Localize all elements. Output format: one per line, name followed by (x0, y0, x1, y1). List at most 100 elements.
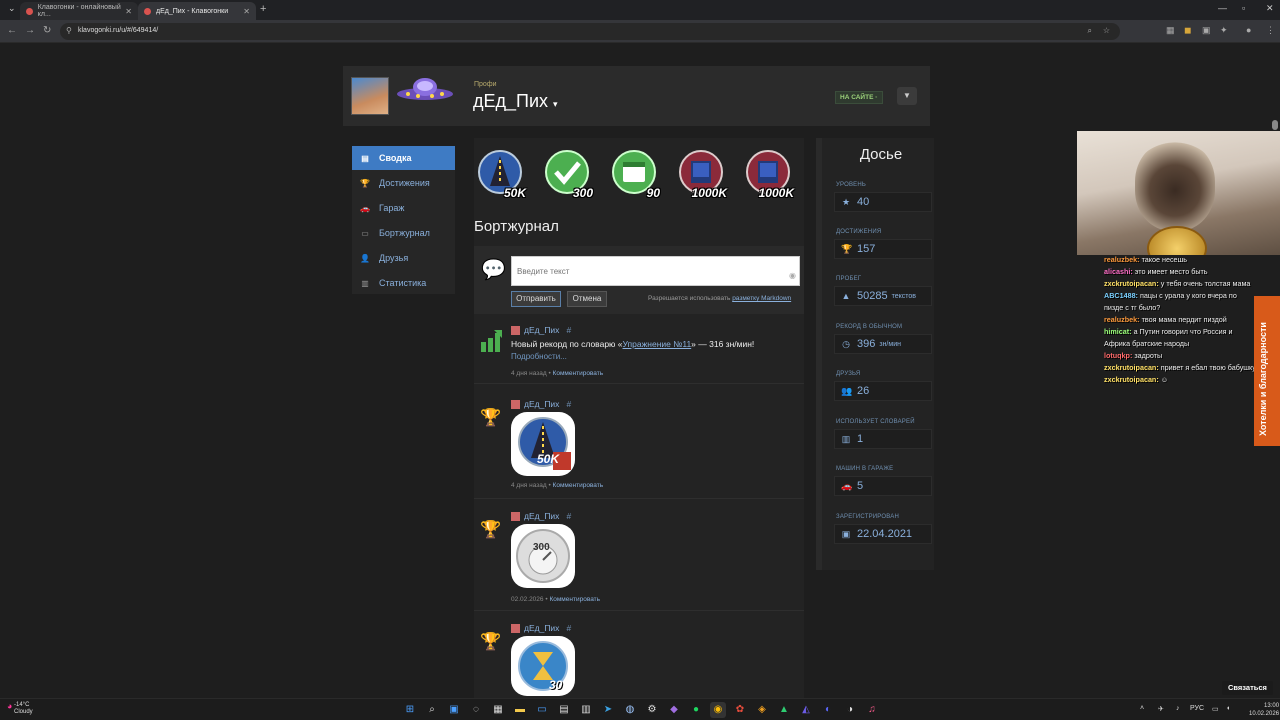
settings-icon[interactable]: ⚙ (644, 702, 660, 718)
chrome-icon[interactable]: ◉ (710, 702, 726, 718)
author-link[interactable]: дЕд_Пих (524, 325, 559, 335)
page-scrollbar[interactable] (1272, 120, 1278, 130)
markdown-link[interactable]: разметку Markdown (732, 295, 791, 302)
achievement-badge[interactable]: 300 (511, 524, 575, 588)
search-icon[interactable]: ⌕ (424, 702, 440, 718)
close-tab-icon[interactable]: ✕ (243, 7, 250, 16)
back-icon[interactable]: ← (7, 25, 17, 36)
app-icon[interactable]: ▤ (556, 702, 572, 718)
tray-icon[interactable]: ✈ (1158, 705, 1164, 713)
sidebar-item-garage[interactable]: 🚗 Гараж (352, 196, 455, 220)
trophy-icon: 🏆 (480, 408, 502, 427)
achievement-badge[interactable]: 30 (511, 636, 575, 696)
extension-icon[interactable]: ◼ (1184, 25, 1191, 36)
discord-icon[interactable]: ◐ (820, 702, 836, 718)
extension-icon[interactable]: ▦ (1166, 25, 1175, 36)
address-toolbar: ← → ↻ ⚲ klavogonki.ru/u/#/649414/ ⌕ ☆ ▦ … (0, 20, 1280, 43)
tab-klavogonki[interactable]: Клавогонки - онлайновый кл... ✕ (20, 2, 138, 20)
telegram-icon[interactable]: ➤ (600, 702, 616, 718)
app-icon[interactable]: ◈ (754, 702, 770, 718)
author-link[interactable]: дЕд_Пих (524, 399, 559, 409)
badge-mileage[interactable]: 50K (478, 150, 526, 200)
extensions-puzzle-icon[interactable]: ✦ (1220, 25, 1228, 36)
app-icon[interactable]: ▭ (534, 702, 550, 718)
author-link[interactable]: дЕд_Пих (524, 511, 559, 521)
site-info-icon[interactable]: ⚲ (66, 26, 72, 35)
badge-book[interactable]: 1000K (746, 150, 794, 200)
sidebar-item-stats[interactable]: ▥ Статистика (352, 271, 455, 295)
language-indicator[interactable]: РУС (1190, 705, 1204, 712)
widgets-icon[interactable]: ▣ (446, 702, 462, 718)
weather-widget[interactable]: ◕ -14°C Cloudy (7, 702, 33, 716)
sidebar-item-journal[interactable]: ▭ Бортжурнал (352, 221, 455, 245)
spotify-icon[interactable]: ● (688, 702, 704, 718)
close-tab-icon[interactable]: ✕ (125, 7, 132, 16)
permalink[interactable]: # (566, 511, 571, 521)
comment-link[interactable]: Комментировать (553, 482, 604, 489)
minimize-icon[interactable]: — (1218, 3, 1227, 13)
app-icon[interactable]: ◭ (798, 702, 814, 718)
reload-icon[interactable]: ↻ (43, 25, 51, 36)
microphone-icon[interactable]: ♪ (1176, 705, 1180, 712)
forward-icon[interactable]: → (25, 25, 35, 36)
journal-text-field[interactable]: ◉ (511, 256, 800, 286)
badge-book[interactable]: 1000K (679, 150, 727, 200)
system-clock[interactable]: 13:00 10.02.2026 (1249, 702, 1279, 718)
preview-eye-icon[interactable]: ◉ (789, 271, 796, 280)
cancel-button[interactable]: Отмена (567, 291, 607, 307)
close-window-icon[interactable]: ✕ (1266, 3, 1274, 14)
network-icon[interactable]: ▭ (1212, 705, 1219, 713)
chat-text: а Путин говорил что Россия и (1133, 327, 1233, 336)
journal-input[interactable] (512, 257, 799, 285)
bookmark-star-icon[interactable]: ☆ (1103, 26, 1110, 35)
send-button[interactable]: Отправить (511, 291, 561, 307)
new-tab-icon[interactable]: + (260, 3, 266, 15)
tab-profile[interactable]: дЕд_Пих - Клавогонки ✕ (138, 2, 256, 20)
tab-search-icon[interactable]: ⌄ (8, 3, 16, 14)
stat-friends[interactable]: ДРУЗЬЯ 👥 26 (830, 365, 932, 407)
app-icon[interactable]: ▲ (776, 702, 792, 718)
permalink[interactable]: # (566, 623, 571, 633)
permalink[interactable]: # (566, 399, 571, 409)
app-icon[interactable]: ✿ (732, 702, 748, 718)
donation-banner[interactable]: Хотелки и благодарности (1254, 296, 1280, 446)
stat-cars[interactable]: МАШИН В ГАРАЖЕ 🚗 5 (830, 460, 932, 502)
sidebar-item-friends[interactable]: 👤 Друзья (352, 246, 455, 270)
volume-icon[interactable]: ◖ (1226, 705, 1230, 712)
chevron-down-icon[interactable]: ▾ (553, 99, 558, 109)
zoom-icon[interactable]: ⌕ (1088, 26, 1092, 36)
sidebar-item-summary[interactable]: ▤ Сводка (352, 146, 455, 170)
url-bar[interactable]: ⚲ klavogonki.ru/u/#/649414/ ⌕ ☆ (60, 23, 1120, 40)
url-text[interactable]: klavogonki.ru/u/#/649414/ (78, 27, 158, 34)
steam-icon[interactable]: ◍ (622, 702, 638, 718)
sidebar-item-achievements[interactable]: 🏆 Достижения (352, 171, 455, 195)
extension-icon[interactable]: ▣ (1202, 25, 1211, 36)
badge-calendar[interactable]: 90 (612, 150, 660, 200)
app-icon[interactable]: ◑ (842, 702, 858, 718)
comment-link[interactable]: Комментировать (553, 370, 604, 377)
tray-arrow-icon[interactable]: ˄ (1140, 705, 1144, 712)
app-icon[interactable]: ◌ (468, 702, 484, 718)
profile-menu-button[interactable]: ▼ (897, 87, 917, 105)
comment-link[interactable]: Комментировать (549, 596, 600, 603)
menu-dots-icon[interactable]: ⋮ (1266, 25, 1275, 36)
profile-icon[interactable]: ● (1246, 25, 1251, 35)
avatar[interactable] (351, 77, 389, 115)
profile-username[interactable]: дЕд_Пих ▾ (473, 91, 558, 112)
author-link[interactable]: дЕд_Пих (524, 623, 559, 633)
music-icon[interactable]: ♫ (864, 702, 880, 718)
file-explorer-icon[interactable]: ▬ (512, 702, 528, 718)
maximize-icon[interactable]: ▫ (1242, 3, 1245, 13)
stat-achievements[interactable]: ДОСТИЖЕНИЯ 🏆 157 (830, 223, 932, 265)
start-icon[interactable]: ⊞ (402, 702, 418, 718)
app-icon[interactable]: ▦ (490, 702, 506, 718)
permalink[interactable]: # (566, 325, 571, 335)
app-icon[interactable]: ▥ (578, 702, 594, 718)
achievement-badge[interactable]: 50K (511, 412, 575, 476)
connect-button[interactable]: Связаться (1222, 681, 1273, 695)
badge-check[interactable]: 300 (545, 150, 593, 200)
dictionary-link[interactable]: Упражнение №11 (623, 339, 692, 349)
app-icon[interactable]: ◆ (666, 702, 682, 718)
summary-icon: ▤ (361, 153, 369, 163)
details-link[interactable]: Подробности... (511, 352, 567, 361)
